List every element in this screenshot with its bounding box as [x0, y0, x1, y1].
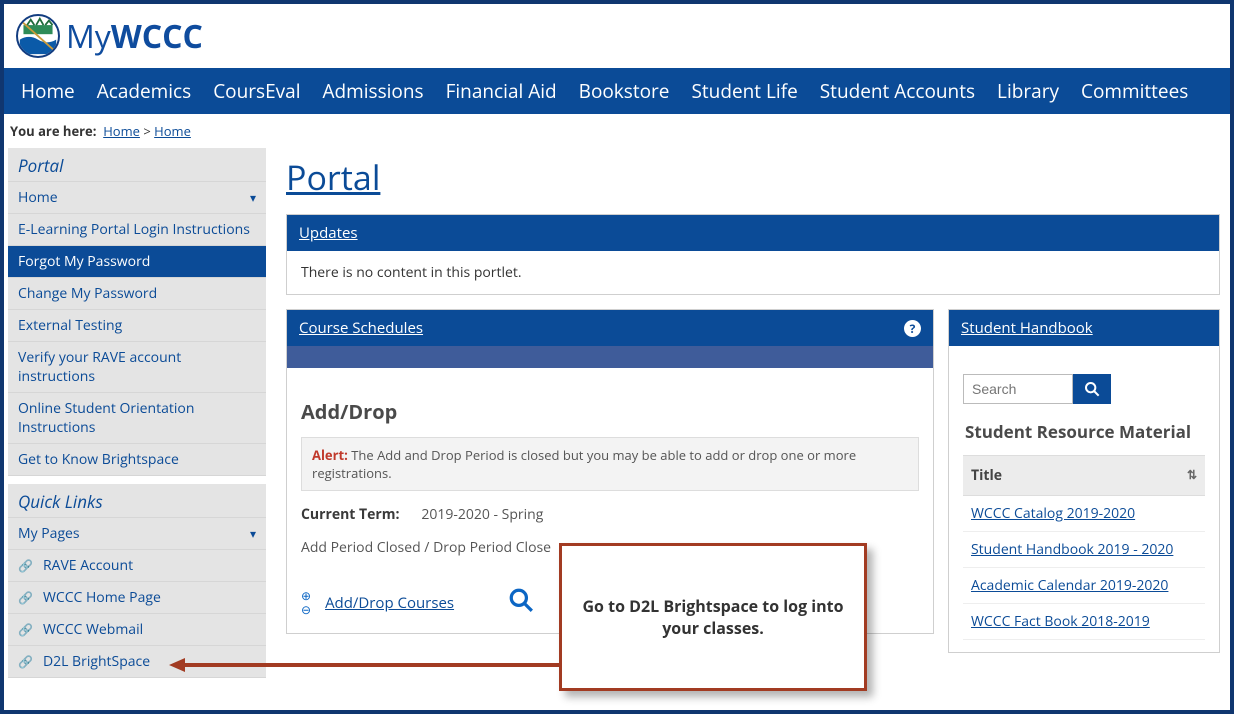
brand-text: MyWCCC — [66, 15, 203, 58]
sidebar-item-wccc-webmail[interactable]: 🔗 WCCC Webmail — [8, 614, 266, 646]
breadcrumb: You are here: Home > Home — [4, 114, 1230, 148]
sort-icon[interactable]: ⇅ — [1187, 466, 1197, 485]
logo-badge-icon — [16, 14, 60, 58]
search-input[interactable] — [963, 374, 1073, 404]
current-term-row: Current Term: 2019-2020 - Spring — [301, 505, 919, 524]
resource-heading: Student Resource Material — [963, 416, 1205, 455]
sidebar-quicklinks-heading: Quick Links — [8, 484, 266, 518]
nav-committees[interactable]: Committees — [1070, 68, 1199, 114]
course-schedules-header[interactable]: Course Schedules ? — [287, 310, 933, 346]
sidebar-item-elearning[interactable]: E-Learning Portal Login Instructions — [8, 214, 266, 246]
portlet-sub-bar — [287, 346, 933, 368]
sidebar-item-rave-account[interactable]: 🔗 RAVE Account — [8, 550, 266, 582]
brand-logo[interactable]: MyWCCC — [16, 14, 203, 58]
link-icon: 🔗 — [18, 557, 33, 574]
sidebar-item-rave-verify[interactable]: Verify your RAVE account instructions — [8, 342, 266, 393]
sidebar-item-orientation[interactable]: Online Student Orientation Instructions — [8, 393, 266, 444]
help-icon[interactable]: ? — [904, 320, 921, 337]
plus-minus-icon: ⊕⊖ — [301, 590, 311, 616]
link-icon: 🔗 — [18, 621, 33, 638]
student-handbook-header[interactable]: Student Handbook — [949, 310, 1219, 346]
table-header[interactable]: Title ⇅ — [963, 455, 1205, 496]
chevron-down-icon: ▾ — [250, 525, 256, 542]
main-nav: Home Academics CoursEval Admissions Fina… — [4, 68, 1230, 114]
search-button[interactable] — [1073, 374, 1111, 404]
nav-student-accounts[interactable]: Student Accounts — [809, 68, 986, 114]
nav-library[interactable]: Library — [986, 68, 1070, 114]
sidebar-item-home[interactable]: Home ▾ — [8, 182, 266, 214]
alert-text: The Add and Drop Period is closed but yo… — [312, 446, 856, 482]
app-frame: MyWCCC Home Academics CoursEval Admissio… — [4, 4, 1230, 710]
sidebar-quicklinks-section: Quick Links My Pages ▾ 🔗 RAVE Account 🔗 … — [8, 484, 266, 678]
chevron-down-icon: ▾ — [250, 189, 256, 206]
updates-body: There is no content in this portlet. — [287, 251, 1219, 294]
nav-bookstore[interactable]: Bookstore — [568, 68, 681, 114]
nav-academics[interactable]: Academics — [86, 68, 203, 114]
breadcrumb-home-1[interactable]: Home — [103, 122, 140, 140]
nav-financial-aid[interactable]: Financial Aid — [435, 68, 568, 114]
link-icon: 🔗 — [18, 589, 33, 606]
resource-row[interactable]: Student Handbook 2019 - 2020 — [963, 532, 1205, 568]
alert-box: Alert: The Add and Drop Period is closed… — [301, 437, 919, 491]
add-drop-heading: Add/Drop — [301, 398, 919, 425]
updates-portlet: Updates There is no content in this port… — [286, 214, 1220, 295]
resource-row[interactable]: Academic Calendar 2019-2020 — [963, 568, 1205, 604]
resource-row[interactable]: WCCC Fact Book 2018-2019 — [963, 604, 1205, 640]
sidebar-item-forgot-password[interactable]: Forgot My Password — [8, 246, 266, 278]
sidebar: Portal Home ▾ E-Learning Portal Login In… — [4, 148, 266, 686]
sidebar-portal-heading: Portal — [8, 148, 266, 182]
sidebar-item-external-testing[interactable]: External Testing — [8, 310, 266, 342]
alert-label: Alert: — [312, 446, 348, 464]
sidebar-item-mypages[interactable]: My Pages ▾ — [8, 518, 266, 550]
nav-courseval[interactable]: CoursEval — [202, 68, 311, 114]
sidebar-item-wccc-home[interactable]: 🔗 WCCC Home Page — [8, 582, 266, 614]
link-icon: 🔗 — [18, 653, 33, 670]
sidebar-portal-section: Portal Home ▾ E-Learning Portal Login In… — [8, 148, 266, 476]
student-handbook-portlet: Student Handbook Stu — [948, 309, 1220, 653]
page-title[interactable]: Portal — [286, 148, 1220, 200]
nav-admissions[interactable]: Admissions — [312, 68, 435, 114]
sidebar-item-change-password[interactable]: Change My Password — [8, 278, 266, 310]
updates-header[interactable]: Updates — [287, 215, 1219, 251]
top-bar: MyWCCC — [4, 4, 1230, 68]
add-drop-courses-link[interactable]: Add/Drop Courses — [325, 593, 454, 613]
sidebar-item-d2l-brightspace[interactable]: 🔗 D2L BrightSpace — [8, 646, 266, 678]
handbook-search — [963, 374, 1205, 404]
sidebar-item-brightspace-info[interactable]: Get to Know Brightspace — [8, 444, 266, 476]
nav-student-life[interactable]: Student Life — [680, 68, 808, 114]
resource-row[interactable]: WCCC Catalog 2019-2020 — [963, 496, 1205, 532]
nav-home[interactable]: Home — [10, 68, 86, 114]
annotation-callout: Go to D2L Brightspace to log into your c… — [559, 543, 867, 691]
breadcrumb-home-2[interactable]: Home — [154, 122, 191, 140]
magnifier-icon[interactable] — [508, 585, 534, 621]
